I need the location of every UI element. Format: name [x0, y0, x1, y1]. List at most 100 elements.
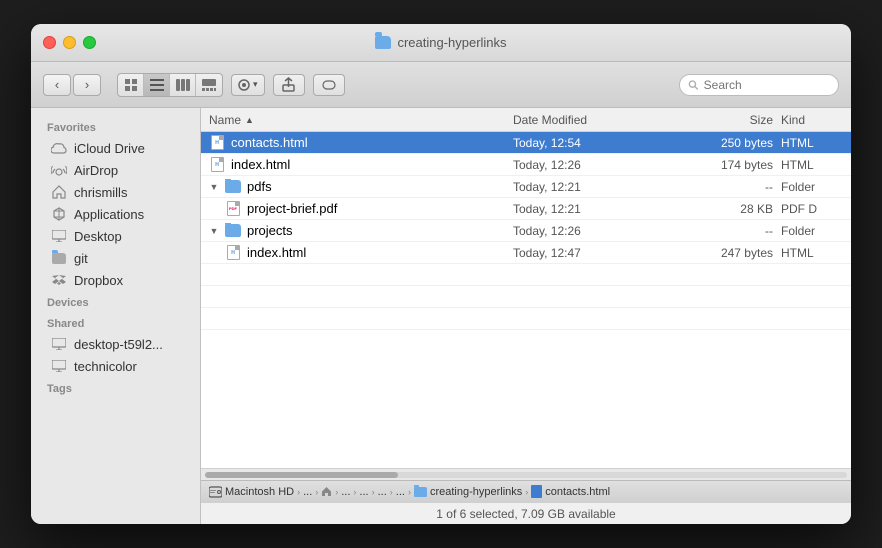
file-size: -- — [683, 224, 773, 238]
tags-header: Tags — [31, 377, 200, 398]
sidebar-item-airdrop[interactable]: AirDrop — [35, 159, 196, 181]
cover-flow-button[interactable] — [196, 74, 222, 96]
table-row[interactable]: H contacts.html Today, 12:54 250 bytes H… — [201, 132, 851, 154]
empty-row — [201, 286, 851, 308]
icloud-icon — [51, 140, 67, 156]
file-size: -- — [683, 180, 773, 194]
icon-view-button[interactable] — [118, 74, 144, 96]
file-list-header: Name ▲ Date Modified Size Kind — [201, 108, 851, 132]
breadcrumb-item-contacts-html[interactable]: contacts.html — [531, 485, 610, 498]
sidebar-item-label: AirDrop — [74, 163, 118, 178]
folder-icon — [225, 223, 241, 239]
file-date: Today, 12:21 — [513, 202, 683, 216]
file-size: 28 KB — [683, 202, 773, 216]
sidebar-item-label: Dropbox — [74, 273, 123, 288]
dropbox-icon — [51, 272, 67, 288]
html-file-icon: H — [225, 245, 241, 261]
table-row[interactable]: ▼ pdfs Today, 12:21 -- Folder — [201, 176, 851, 198]
search-box[interactable] — [679, 74, 839, 96]
file-name-cell: H contacts.html — [209, 135, 513, 151]
disclosure-triangle[interactable]: ▼ — [209, 182, 219, 192]
desktop-icon — [51, 228, 67, 244]
scrollbar-track[interactable] — [205, 472, 847, 478]
column-header-name[interactable]: Name ▲ — [209, 113, 513, 127]
file-kind: Folder — [773, 224, 843, 238]
sidebar-item-dropbox[interactable]: Dropbox — [35, 269, 196, 291]
sidebar-item-desktop-t59l2[interactable]: desktop-t59l2... — [35, 333, 196, 355]
column-view-button[interactable] — [170, 74, 196, 96]
finder-window: creating-hyperlinks ‹ › ▾ — [31, 24, 851, 524]
file-date: Today, 12:21 — [513, 180, 683, 194]
arrange-button[interactable]: ▾ — [231, 74, 265, 96]
breadcrumb-bar: Macintosh HD › ... › › ... › ... › ... ›… — [201, 480, 851, 502]
column-header-size[interactable]: Size — [683, 113, 773, 127]
search-input[interactable] — [704, 78, 830, 92]
breadcrumb-item-creating-hyperlinks[interactable]: creating-hyperlinks — [414, 486, 522, 498]
traffic-lights — [43, 36, 96, 49]
status-text: 1 of 6 selected, 7.09 GB available — [436, 507, 615, 521]
breadcrumb: Macintosh HD › ... › › ... › ... › ... ›… — [209, 485, 843, 498]
network-icon-2 — [51, 358, 67, 374]
list-view-button[interactable] — [144, 74, 170, 96]
window-title: creating-hyperlinks — [375, 35, 506, 50]
file-name-cell: PDF project-brief.pdf — [225, 201, 513, 217]
devices-header: Devices — [31, 291, 200, 312]
sidebar: Favorites iCloud Drive AirDrop chrismill… — [31, 108, 201, 524]
scrollbar-area — [201, 468, 851, 480]
applications-icon — [51, 206, 67, 222]
table-row[interactable]: H index.html Today, 12:47 247 bytes HTML — [201, 242, 851, 264]
sidebar-item-chrismills[interactable]: chrismills — [35, 181, 196, 203]
sidebar-item-icloud-drive[interactable]: iCloud Drive — [35, 137, 196, 159]
table-row[interactable]: ▼ projects Today, 12:26 -- Folder — [201, 220, 851, 242]
action-button[interactable] — [273, 74, 305, 96]
html-file-icon: H — [209, 157, 225, 173]
file-name-cell: H index.html — [209, 157, 513, 173]
file-date: Today, 12:26 — [513, 158, 683, 172]
sidebar-item-label: Desktop — [74, 229, 122, 244]
breadcrumb-item-hd[interactable]: Macintosh HD — [209, 486, 294, 498]
sidebar-item-technicolor[interactable]: technicolor — [35, 355, 196, 377]
file-name-cell: ▼ pdfs — [209, 179, 513, 195]
file-breadcrumb-icon — [531, 485, 542, 498]
search-icon — [688, 79, 699, 91]
sidebar-item-applications[interactable]: Applications — [35, 203, 196, 225]
disclosure-triangle[interactable]: ▼ — [209, 226, 219, 236]
file-name-cell: ▼ projects — [209, 223, 513, 239]
scrollbar-thumb — [205, 472, 398, 478]
breadcrumb-item-home[interactable] — [321, 486, 332, 497]
folder-icon — [225, 179, 241, 195]
sidebar-item-label: chrismills — [74, 185, 127, 200]
file-size: 247 bytes — [683, 246, 773, 260]
forward-button[interactable]: › — [73, 74, 101, 96]
titlebar: creating-hyperlinks — [31, 24, 851, 62]
sidebar-item-label: technicolor — [74, 359, 137, 374]
favorites-header: Favorites — [31, 116, 200, 137]
file-date: Today, 12:26 — [513, 224, 683, 238]
back-button[interactable]: ‹ — [43, 74, 71, 96]
table-row[interactable]: H index.html Today, 12:26 174 bytes HTML — [201, 154, 851, 176]
tag-button[interactable] — [313, 74, 345, 96]
file-kind: PDF D — [773, 202, 843, 216]
main-content: Favorites iCloud Drive AirDrop chrismill… — [31, 108, 851, 524]
file-kind: Folder — [773, 180, 843, 194]
pdf-file-icon: PDF — [225, 201, 241, 217]
maximize-button[interactable] — [83, 36, 96, 49]
sidebar-item-label: Applications — [74, 207, 144, 222]
shared-header: Shared — [31, 312, 200, 333]
home-icon — [51, 184, 67, 200]
file-kind: HTML — [773, 158, 843, 172]
empty-row — [201, 264, 851, 286]
harddisk-icon — [209, 486, 222, 498]
column-header-kind[interactable]: Kind — [773, 113, 843, 127]
file-size: 174 bytes — [683, 158, 773, 172]
file-name-cell: H index.html — [225, 245, 513, 261]
minimize-button[interactable] — [63, 36, 76, 49]
airdrop-icon — [51, 162, 67, 178]
sidebar-item-git[interactable]: git — [35, 247, 196, 269]
close-button[interactable] — [43, 36, 56, 49]
column-header-modified[interactable]: Date Modified — [513, 113, 683, 127]
sidebar-item-label: desktop-t59l2... — [74, 337, 163, 352]
table-row[interactable]: PDF project-brief.pdf Today, 12:21 28 KB… — [201, 198, 851, 220]
sidebar-item-desktop[interactable]: Desktop — [35, 225, 196, 247]
folder-icon — [51, 250, 67, 266]
